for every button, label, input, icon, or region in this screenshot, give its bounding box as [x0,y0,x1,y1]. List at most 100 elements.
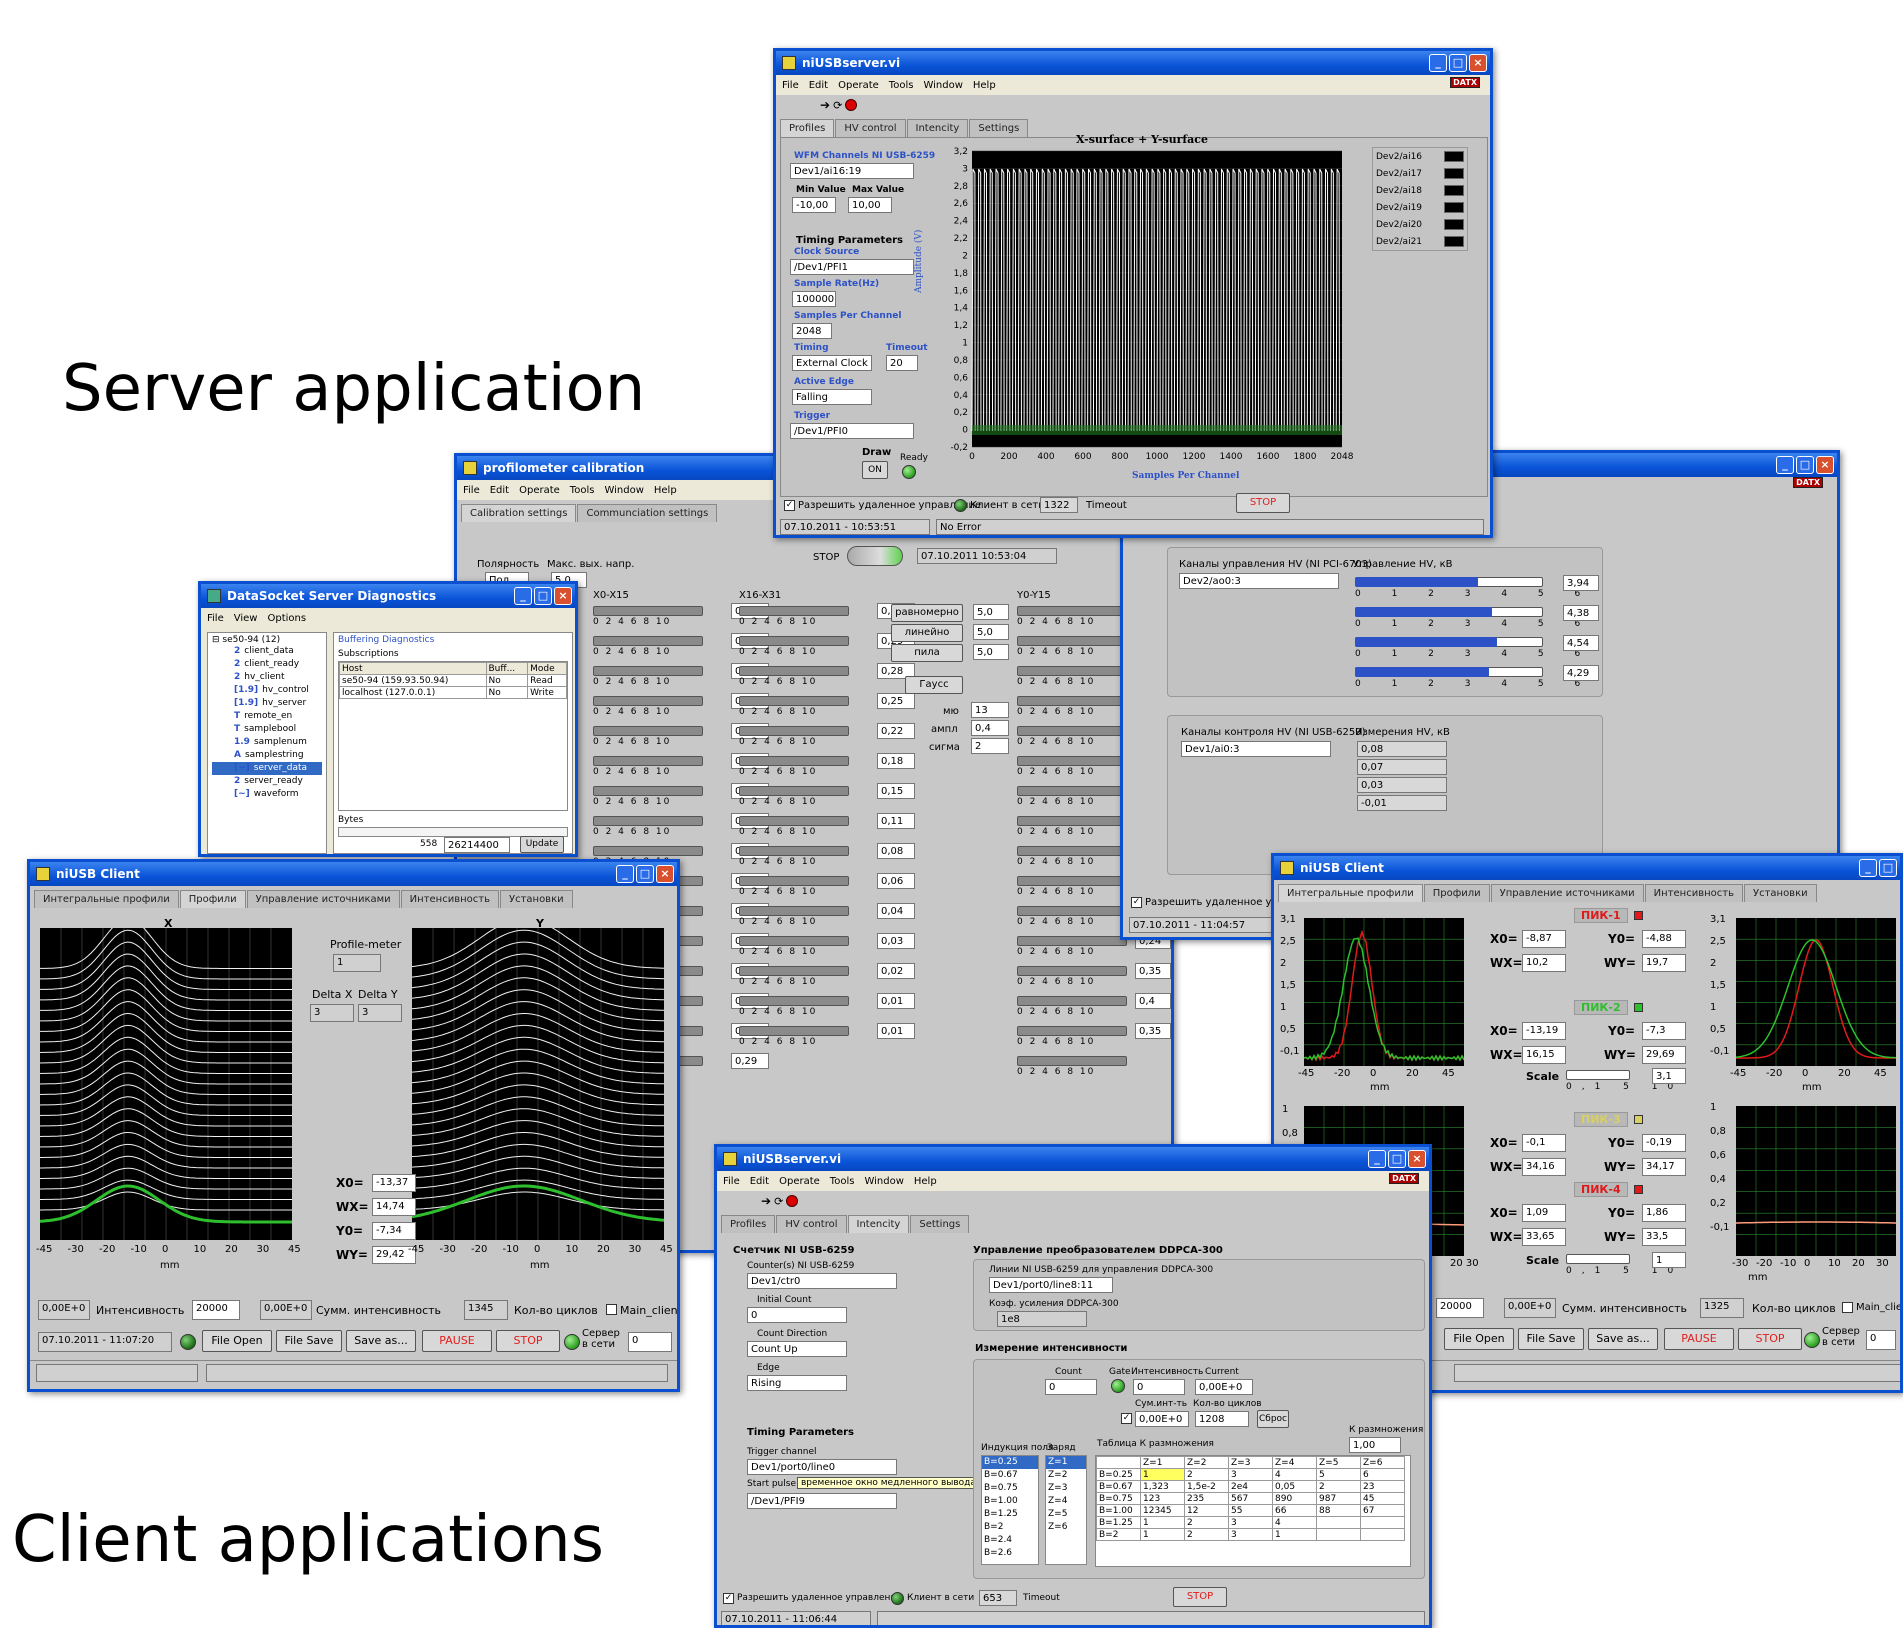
tree-item[interactable]: Asamplestring [212,749,322,762]
table-cell[interactable]: 4 [1272,1516,1317,1529]
table-cell[interactable]: 1,323 [1140,1480,1185,1493]
slider-y[interactable] [1017,846,1127,856]
file-save-button[interactable]: File Save [1518,1328,1584,1350]
tree-item[interactable]: [1.9] hv_server [212,697,322,710]
menu-window[interactable]: Window [923,80,962,91]
sum-checkbox[interactable]: ✓ [1121,1413,1132,1424]
table-cell[interactable]: 4 [1272,1468,1317,1481]
slider-y[interactable] [1017,1026,1127,1036]
table-cell[interactable]: 88 [1316,1504,1361,1517]
scale-value[interactable]: 1 [1652,1252,1686,1268]
menu-file[interactable]: File [207,613,224,624]
slider-calib.col2_values[interactable] [739,756,849,766]
minimize-icon[interactable]: _ [1429,54,1447,72]
close-icon[interactable]: × [1816,456,1834,474]
linear-value[interactable]: 5,0 [973,624,1009,640]
table-cell[interactable]: 1 [1272,1528,1317,1541]
slider-calib.col1_values[interactable] [593,666,703,676]
menu-tools[interactable]: Tools [830,1176,855,1187]
menu-help[interactable]: Help [973,80,996,91]
list-item[interactable]: B=2 [982,1521,1038,1534]
slider-calib.col2_values[interactable] [739,996,849,1006]
tab-source-control[interactable]: Управление источниками [246,890,400,908]
table-cell[interactable]: 890 [1272,1492,1317,1505]
tree-item[interactable]: 2 client_ready [212,658,322,671]
tree-item[interactable]: [~] server_data [212,762,322,775]
list-item[interactable]: Z=2 [1046,1469,1086,1482]
slider-calib.col2_values[interactable] [739,606,849,616]
wfm-select[interactable]: Dev1/ai16:19 [790,163,914,179]
tab-integral-profiles[interactable]: Интегральные профили [1278,884,1423,902]
save-as-button[interactable]: Save as... [346,1330,416,1352]
file-open-button[interactable]: File Open [202,1330,272,1352]
slider-y[interactable] [1017,756,1127,766]
table-cell[interactable]: 3 [1228,1528,1273,1541]
run-continuous-icon[interactable]: ⟳ [774,1195,783,1208]
tab-intensity[interactable]: Интенсивность [400,890,499,908]
close-icon[interactable]: × [1469,54,1487,72]
delta-y-select[interactable]: 3 [358,1004,402,1022]
list-item[interactable]: B=1.25 [982,1508,1038,1521]
update-button[interactable]: Update [520,836,564,853]
timeout-field[interactable]: 20 [886,355,918,371]
table-cell[interactable]: 2 [1184,1468,1229,1481]
legend-item[interactable]: Dev2/ai18 [1373,182,1467,199]
slider-y[interactable] [1017,876,1127,886]
menu-options[interactable]: Options [267,613,306,624]
tree-item[interactable]: 1.9 samplenum [212,736,322,749]
table-row[interactable]: B=0.75 123 235 567 890 987 45 [1096,1492,1405,1505]
table-cell[interactable]: 45 [1360,1492,1405,1505]
list-item[interactable]: B=0.25 [982,1456,1038,1469]
slider-calib.col1_values[interactable] [593,786,703,796]
table-cell[interactable]: 123 [1140,1492,1185,1505]
slider-calib.col2_values[interactable] [739,786,849,796]
menu-view[interactable]: View [234,613,258,624]
run-arrow-icon[interactable]: ➔ [761,1194,771,1208]
multiplication-table[interactable]: Z=1 Z=2 Z=3 Z=4 Z=5 Z=6 B=0.25 1 2 3 4 5 6 B=0.67 1,32… [1096,1456,1405,1541]
intensity-setpoint[interactable]: 20000 [192,1300,240,1320]
rate-field[interactable]: 100000 [792,291,836,307]
remote-checkbox[interactable]: ✓ [723,1593,734,1604]
trigger-select[interactable]: /Dev1/PFI0 [790,423,914,439]
table-row[interactable]: B=1.25 1 2 3 4 [1096,1516,1405,1529]
slider-calib.col2_values[interactable] [739,666,849,676]
reset-button[interactable]: Сброс [1257,1410,1289,1428]
table-cell[interactable]: 987 [1316,1492,1361,1505]
minimize-icon[interactable]: _ [1859,859,1877,877]
tab-integral-profiles[interactable]: Интегральные профили [34,890,179,908]
pause-button[interactable]: PAUSE [422,1330,492,1352]
hv-value[interactable]: 4,29 [1563,665,1599,681]
slider-y[interactable] [1017,906,1127,916]
stop-button[interactable]: STOP [1173,1587,1227,1607]
hv-remote-checkbox[interactable]: ✓ [1131,897,1142,908]
gain-select[interactable]: 1e8 [997,1311,1087,1327]
minimize-icon[interactable]: _ [514,587,532,605]
tab-profiles[interactable]: Profiles [721,1215,776,1233]
table-cell[interactable]: 3 [1228,1516,1273,1529]
table-row[interactable]: localhost (127.0.0.1) No Write [339,686,567,699]
table-row[interactable]: B=1.00 12345 12 55 66 88 67 [1096,1504,1405,1517]
table-row[interactable]: B=0.25 1 2 3 4 5 6 [1096,1468,1405,1481]
tab-profiles[interactable]: Профили [1423,884,1490,902]
table-cell[interactable]: B=0.25 [1096,1468,1141,1481]
pause-button[interactable]: PAUSE [1664,1328,1734,1350]
tab-hv-control[interactable]: HV control [776,1215,847,1233]
table-cell[interactable]: 3 [1228,1468,1273,1481]
min-value-field[interactable]: -10,00 [792,197,836,213]
table-row[interactable]: B=0.67 1,323 1,5e-2 2e4 0,05 2 23 [1096,1480,1405,1493]
tree-item[interactable]: Tremote_en [212,710,322,723]
table-cell[interactable]: B=1.25 [1096,1516,1141,1529]
tree-item[interactable]: [1.9] hv_control [212,684,322,697]
spc-field[interactable]: 2048 [792,323,832,339]
table-cell[interactable] [1360,1516,1405,1529]
slider-calib.col2_values[interactable] [739,966,849,976]
menu-window[interactable]: Window [604,485,643,496]
table-cell[interactable]: B=2 [1096,1528,1141,1541]
tab-source-control[interactable]: Управление источниками [1490,884,1644,902]
list-item[interactable]: Z=4 [1046,1495,1086,1508]
uniform-button[interactable]: равномерно [891,604,963,622]
table-cell[interactable]: 1 [1140,1468,1185,1481]
saw-value[interactable]: 5,0 [973,644,1009,660]
run-arrow-icon[interactable]: ➔ [820,98,830,112]
remote-checkbox[interactable]: ✓ [784,500,795,511]
